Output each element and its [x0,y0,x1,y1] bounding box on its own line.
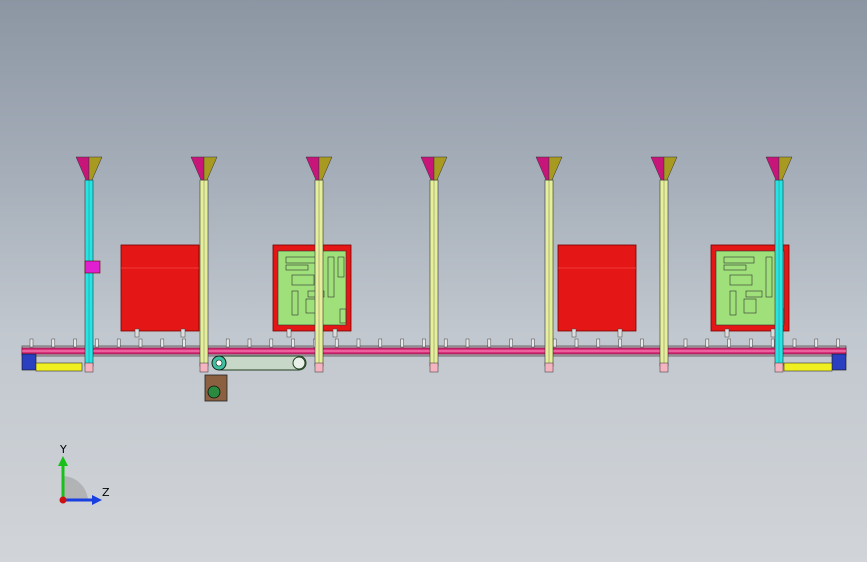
rail-pin [160,338,165,348]
rail-pin [727,338,731,348]
rail-pin [73,338,77,348]
rail-pin [574,338,579,348]
pulley-hub [215,359,223,367]
rail-pin [443,338,448,348]
post-foot [314,362,324,373]
triad-y-arrow [58,456,68,466]
rail-pin [487,338,492,348]
rail-pin [116,338,121,348]
rail-pin [247,338,252,348]
funnel-right [778,156,793,181]
post-foot [544,362,554,373]
rail-pin [334,338,339,348]
rail-pin [95,338,99,348]
triad-z-label: Z [102,486,110,499]
red-block [120,244,200,332]
funnel-left [75,156,90,181]
funnel-left [420,156,435,181]
idler-pulley [292,356,306,370]
rail-pin [770,338,775,348]
drive-belt [213,355,307,371]
block-leg [571,328,577,338]
left-end-foot [21,353,37,371]
rail-pin [836,338,840,348]
rail-pin [683,338,688,348]
rail-pin [378,338,383,348]
post-foot [84,362,94,373]
post-clip [84,260,101,274]
left-yellow-beam [35,362,83,372]
block-leg [134,328,140,338]
rail-pin [182,338,186,348]
rail-pin [705,338,710,348]
funnel-right [203,156,218,181]
motor-gear [207,385,221,399]
triad-z-arrow [92,495,102,505]
rail-pin [29,338,34,348]
triad-origin [59,496,67,504]
rail-pin [531,338,535,348]
rail-pin [596,338,601,348]
assembly-model[interactable] [0,0,867,562]
funnel-right [318,156,333,181]
rail-pin [356,338,361,348]
funnel-right [663,156,678,181]
rail-pin [792,338,797,348]
funnel-right [433,156,448,181]
rail-pin [618,338,622,348]
funnel-left [535,156,550,181]
funnel-left [305,156,320,181]
block-leg [770,328,776,338]
rail-pin [749,338,753,348]
rail-pin [269,338,274,348]
post-foot [774,362,784,373]
block-leg [724,328,730,338]
funnel-right [548,156,563,181]
rail-pin [225,338,230,348]
triad-shade [63,476,88,500]
funnel-left [190,156,205,181]
circuit-panel [277,250,347,326]
post-foot [199,362,209,373]
right-yellow-beam [783,362,833,372]
block-leg [286,328,292,338]
right-end-foot [831,353,847,371]
circuit-panel [715,250,785,326]
block-leg [332,328,338,338]
rail-pin [138,338,143,348]
cad-viewport[interactable]: Y Z [0,0,867,562]
post-foot [659,362,669,373]
block-leg [180,328,186,338]
block-leg [617,328,623,338]
funnel-left [765,156,780,181]
rail-pin [552,338,557,348]
rail-pin [640,338,644,348]
rail-pin [509,338,513,348]
rail-pin [814,338,819,348]
post-foot [429,362,439,373]
rail-pin [291,338,295,348]
rail-pin [422,338,426,348]
red-block [557,244,637,332]
rail-pin [51,338,56,348]
rail-pin [400,338,404,348]
funnel-right [88,156,103,181]
rail-pin [465,338,470,348]
funnel-left [650,156,665,181]
triad-y-label: Y [60,443,67,456]
